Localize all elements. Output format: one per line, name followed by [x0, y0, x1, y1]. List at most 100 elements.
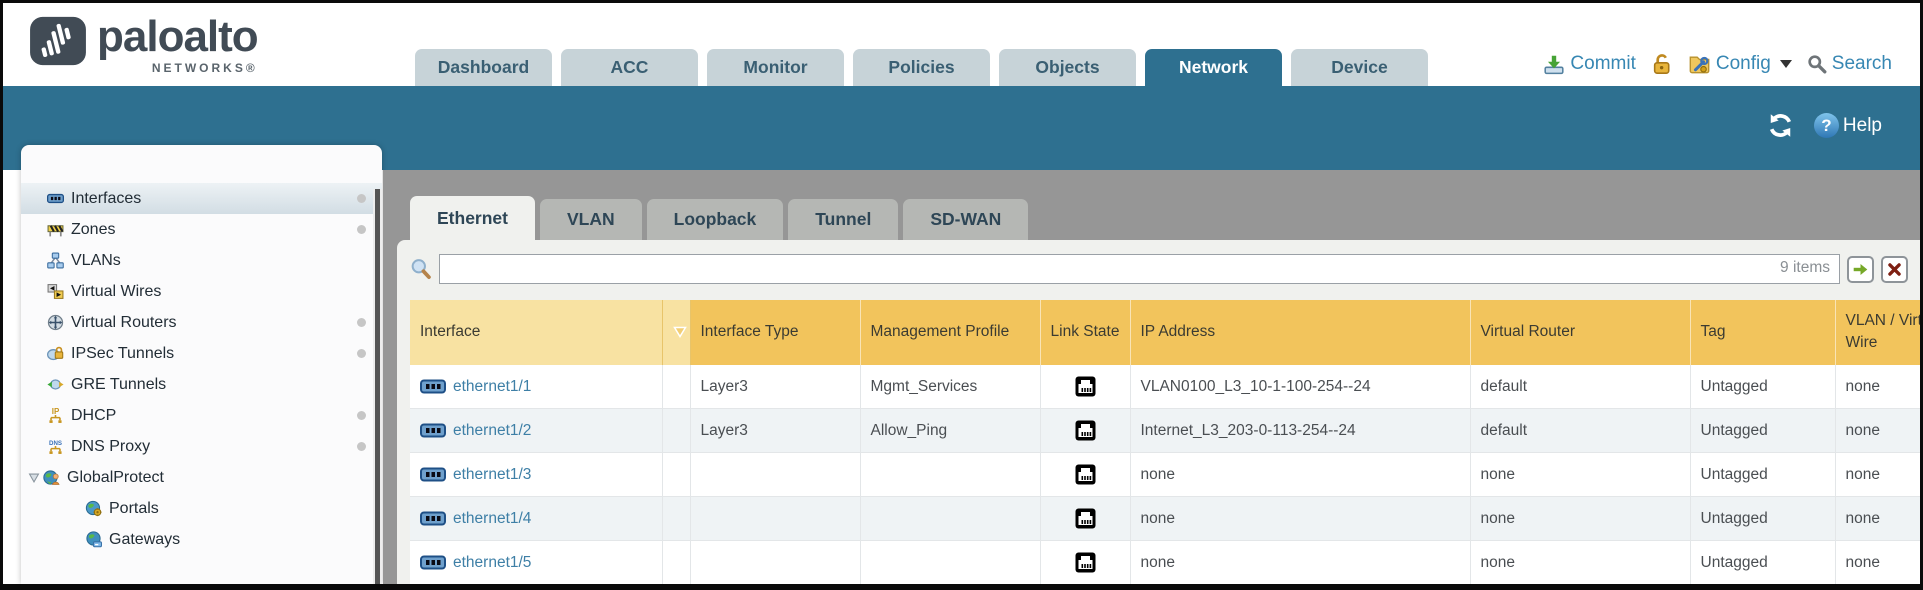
gre-tunnels-icon	[47, 376, 64, 393]
table-row: ethernet1/1 Layer3 Mgmt_Services VLAN010…	[410, 365, 1920, 409]
interface-link[interactable]: ethernet1/2	[453, 422, 531, 440]
cell-ip: none	[1130, 453, 1470, 497]
main-nav-tabs: Dashboard ACC Monitor Policies Objects N…	[415, 49, 1428, 86]
sidebar-item-portals[interactable]: Portals	[21, 493, 382, 524]
link-state-icon[interactable]	[1074, 375, 1097, 398]
tab-dashboard[interactable]: Dashboard	[415, 49, 552, 86]
tab-acc[interactable]: ACC	[561, 49, 698, 86]
col-interface-type[interactable]: Interface Type	[690, 300, 860, 365]
commit-button[interactable]: Commit	[1543, 53, 1635, 75]
help-label: Help	[1843, 115, 1882, 137]
status-dot	[357, 442, 366, 451]
sidebar-item-dns-proxy[interactable]: DNS DNS Proxy	[21, 431, 382, 462]
sidebar-item-globalprotect[interactable]: GlobalProtect	[21, 462, 382, 493]
sidebar-item-vlans[interactable]: VLANs	[21, 245, 382, 276]
cell-ip: VLAN0100_L3_10-1-100-254--24	[1130, 365, 1470, 409]
sidebar-item-interfaces[interactable]: Interfaces	[21, 183, 382, 214]
interface-link[interactable]: ethernet1/4	[453, 510, 531, 528]
refresh-icon[interactable]	[1767, 112, 1794, 139]
col-link-state[interactable]: Link State	[1040, 300, 1130, 365]
cell-vrouter: none	[1470, 541, 1690, 585]
zones-icon	[47, 221, 64, 238]
link-state-icon[interactable]	[1074, 507, 1097, 530]
col-ip-address[interactable]: IP Address	[1130, 300, 1470, 365]
table-row: ethernet1/3 none none Untagged none	[410, 453, 1920, 497]
interface-icon	[420, 423, 446, 438]
cell-mgmt: Allow_Ping	[860, 409, 1040, 453]
apply-filter-button[interactable]	[1847, 256, 1874, 283]
tab-device[interactable]: Device	[1291, 49, 1428, 86]
search-button[interactable]: Search	[1807, 53, 1892, 75]
sidebar-item-virtual-wires[interactable]: Virtual Wires	[21, 276, 382, 307]
collapse-triangle-icon[interactable]	[28, 473, 40, 483]
link-state-icon[interactable]	[1074, 419, 1097, 442]
col-interface[interactable]: Interface	[410, 300, 662, 365]
col-virtual-router[interactable]: Virtual Router	[1470, 300, 1690, 365]
sidebar-item-ipsec-tunnels[interactable]: IPSec Tunnels	[21, 338, 382, 369]
svg-text:DNS: DNS	[49, 440, 62, 447]
interface-link[interactable]: ethernet1/1	[453, 378, 531, 396]
col-management-profile[interactable]: Management Profile	[860, 300, 1040, 365]
cell-vrouter: default	[1470, 365, 1690, 409]
cell-type: Layer3	[690, 409, 860, 453]
interfaces-table-wrap: Interface Interface Type Management Prof…	[410, 300, 1920, 585]
sidebar-item-zones[interactable]: Zones	[21, 214, 382, 245]
status-dot	[357, 194, 366, 203]
header-actions: Commit Config	[1543, 52, 1892, 75]
dhcp-icon: IP	[47, 407, 64, 424]
config-label: Config	[1716, 53, 1771, 75]
cell-mgmt	[860, 497, 1040, 541]
paloalto-logo: paloalto NETWORKS®	[29, 15, 258, 75]
app-window: paloalto NETWORKS® Dashboard ACC Monitor…	[0, 0, 1923, 590]
virtual-routers-icon	[47, 314, 64, 331]
clear-filter-button[interactable]	[1881, 256, 1908, 283]
cell-tag: Untagged	[1690, 497, 1835, 541]
cell-vlan: none	[1835, 541, 1920, 585]
config-dropdown[interactable]: Config	[1688, 52, 1792, 75]
status-dot	[357, 318, 366, 327]
filter-input[interactable]	[439, 254, 1840, 284]
help-icon: ?	[1814, 113, 1839, 138]
col-vlan-virtual-wire[interactable]: VLAN / Virtual Wire	[1835, 300, 1920, 365]
lock-icon[interactable]	[1651, 53, 1673, 75]
subtab-loopback[interactable]: Loopback	[647, 199, 784, 240]
tab-policies[interactable]: Policies	[853, 49, 990, 86]
cell-mgmt: Mgmt_Services	[860, 365, 1040, 409]
help-button[interactable]: ? Help	[1814, 113, 1882, 138]
sidebar-item-gateways[interactable]: Gateways	[21, 524, 382, 555]
portals-icon	[85, 500, 102, 517]
tab-monitor[interactable]: Monitor	[707, 49, 844, 86]
cell-tag: Untagged	[1690, 453, 1835, 497]
sidebar-item-gre-tunnels[interactable]: GRE Tunnels	[21, 369, 382, 400]
globalprotect-icon	[43, 469, 60, 486]
cell-vrouter: default	[1470, 409, 1690, 453]
config-icon	[1688, 52, 1711, 75]
sidebar-scrollbar[interactable]	[373, 189, 382, 584]
interfaces-table: Interface Interface Type Management Prof…	[410, 300, 1920, 585]
wordmark: paloalto NETWORKS®	[97, 15, 258, 75]
cell-ip: none	[1130, 541, 1470, 585]
tab-objects[interactable]: Objects	[999, 49, 1136, 86]
subtab-tunnel[interactable]: Tunnel	[788, 199, 898, 240]
subtab-vlan[interactable]: VLAN	[540, 199, 642, 240]
subtab-ethernet[interactable]: Ethernet	[410, 196, 535, 240]
link-state-icon[interactable]	[1074, 551, 1097, 574]
sidebar-item-virtual-routers[interactable]: Virtual Routers	[21, 307, 382, 338]
interface-link[interactable]: ethernet1/5	[453, 554, 531, 572]
interface-link[interactable]: ethernet1/3	[453, 466, 531, 484]
subtab-sdwan[interactable]: SD-WAN	[903, 199, 1028, 240]
green-arrow-icon	[1852, 261, 1869, 278]
table-row: ethernet1/5 none none Untagged none	[410, 541, 1920, 585]
col-interface-filter[interactable]	[662, 300, 690, 365]
cell-vlan: none	[1835, 497, 1920, 541]
col-tag[interactable]: Tag	[1690, 300, 1835, 365]
cell-type: Layer3	[690, 365, 860, 409]
table-row: ethernet1/2 Layer3 Allow_Ping Internet_L…	[410, 409, 1920, 453]
sidebar-item-dhcp[interactable]: IP DHCP	[21, 400, 382, 431]
tab-network[interactable]: Network	[1145, 49, 1282, 86]
link-state-icon[interactable]	[1074, 463, 1097, 486]
sidebar-scrollbar-thumb[interactable]	[375, 189, 380, 584]
cell-type	[690, 453, 860, 497]
cell-type	[690, 541, 860, 585]
chevron-down-icon	[1780, 60, 1792, 68]
